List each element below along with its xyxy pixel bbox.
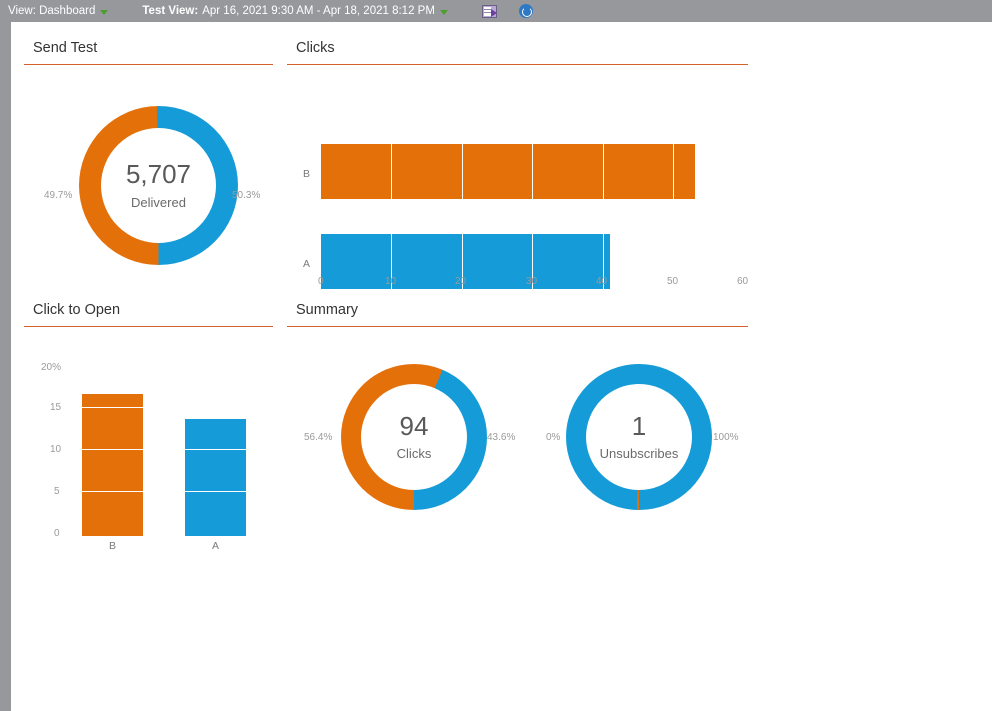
x-tick: 30 <box>526 276 537 287</box>
donut-percent-left: 49.7% <box>44 190 72 201</box>
y-tick: 0 <box>54 528 60 539</box>
panel-title-click-to-open: Click to Open <box>24 300 273 320</box>
donut-value: 94 <box>400 413 429 440</box>
refresh-icon[interactable] <box>519 4 533 18</box>
bar-b[interactable] <box>82 394 143 536</box>
chart-summary-unsubscribes-donut: 1 Unsubscribes 0% 100% <box>512 336 747 551</box>
bar-category-label: A <box>303 258 310 270</box>
x-tick: 60 <box>737 276 748 287</box>
panel-title-send-test: Send Test <box>24 38 273 58</box>
gridline <box>673 144 674 199</box>
bar-category-label: B <box>109 540 116 552</box>
panel-rule <box>24 326 273 327</box>
bar-b[interactable] <box>321 144 695 199</box>
gridline <box>603 144 604 199</box>
gridline <box>391 144 392 199</box>
gridline <box>462 144 463 199</box>
bar-a[interactable] <box>185 419 246 536</box>
donut-center: 1 Unsubscribes <box>586 384 692 490</box>
gridline <box>82 407 143 408</box>
donut-center: 5,707 Delivered <box>101 128 216 243</box>
x-tick: 20 <box>455 276 466 287</box>
y-tick: 5 <box>54 486 60 497</box>
gridline <box>82 491 143 492</box>
x-tick: 10 <box>385 276 396 287</box>
panel-rule <box>287 326 748 327</box>
test-view-selector[interactable]: Test View: Apr 16, 2021 9:30 AM - Apr 18… <box>142 5 448 17</box>
gridline <box>185 491 246 492</box>
chart-click-to-open-bar: 20% 15 10 5 0 B A <box>24 336 286 551</box>
donut-percent-right: 100% <box>713 432 739 443</box>
top-toolbar: View: Dashboard Test View: Apr 16, 2021 … <box>0 0 992 22</box>
export-icon[interactable] <box>482 5 497 18</box>
donut-percent-right: 50.3% <box>232 190 260 201</box>
donut-label: Clicks <box>397 446 432 461</box>
panel-click-to-open: Click to Open <box>24 300 273 327</box>
test-view-date-range: Apr 16, 2021 9:30 AM - Apr 18, 2021 8:12… <box>202 5 435 17</box>
x-tick: 50 <box>667 276 678 287</box>
gridline <box>82 449 143 450</box>
dashboard-app: View: Dashboard Test View: Apr 16, 2021 … <box>0 0 992 711</box>
chevron-down-icon[interactable] <box>440 10 448 15</box>
donut-center: 94 Clicks <box>361 384 467 490</box>
y-tick: 20% <box>41 362 61 373</box>
left-rail <box>0 22 11 711</box>
donut-label: Unsubscribes <box>600 446 679 461</box>
chevron-down-icon[interactable] <box>100 10 108 15</box>
test-view-label: Test View: <box>142 5 198 17</box>
panel-clicks: Clicks <box>287 38 748 65</box>
donut-value: 5,707 <box>126 161 191 188</box>
y-tick: 15 <box>50 402 61 413</box>
panel-send-test: Send Test <box>24 38 273 65</box>
panel-rule <box>24 64 273 65</box>
panel-summary: Summary <box>287 300 748 327</box>
donut-label: Delivered <box>131 195 186 210</box>
gridline <box>185 449 246 450</box>
chart-send-test-donut: 5,707 Delivered 49.7% 50.3% <box>24 82 286 292</box>
y-tick: 10 <box>50 444 61 455</box>
bar-category-label: B <box>303 168 310 180</box>
gridline <box>532 144 533 199</box>
donut-percent-left: 56.4% <box>304 432 332 443</box>
panel-title-summary: Summary <box>287 300 748 320</box>
x-tick: 40 <box>596 276 607 287</box>
donut-value: 1 <box>632 413 646 440</box>
view-selector[interactable]: View: Dashboard <box>8 5 108 17</box>
chart-summary-clicks-donut: 94 Clicks 56.4% 43.6% <box>287 336 522 551</box>
x-tick: 0 <box>318 276 324 287</box>
panel-title-clicks: Clicks <box>287 38 748 58</box>
chart-clicks-bar: B A 0 10 20 30 40 50 <box>287 74 757 289</box>
donut-percent-left: 0% <box>546 432 560 443</box>
panel-rule <box>287 64 748 65</box>
dashboard-canvas: Send Test 5,707 Delivered 49.7% 50.3% Cl… <box>11 22 992 711</box>
bar-category-label: A <box>212 540 219 552</box>
view-selector-label: View: Dashboard <box>8 5 95 17</box>
